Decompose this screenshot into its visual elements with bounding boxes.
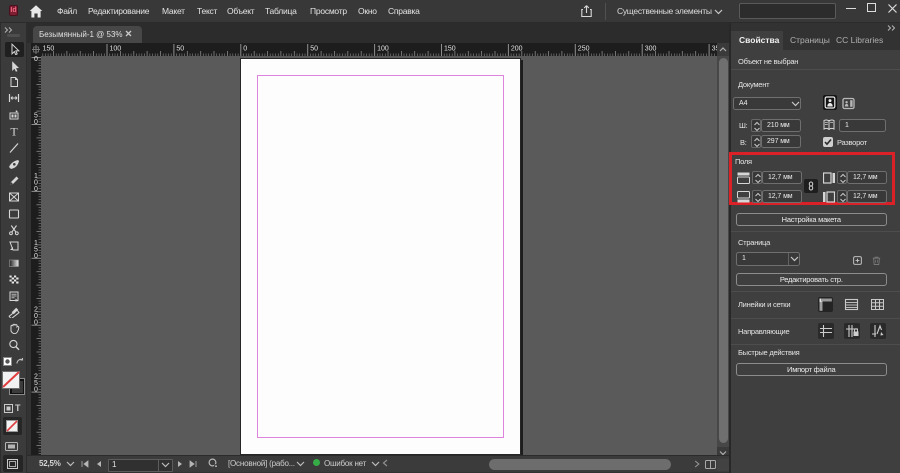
svg-text:200: 200 bbox=[511, 46, 523, 53]
svg-text:100: 100 bbox=[377, 46, 389, 53]
svg-text:250: 250 bbox=[578, 46, 590, 53]
svg-text:150: 150 bbox=[43, 46, 55, 53]
svg-text:0: 0 bbox=[34, 119, 38, 126]
svg-text:0: 0 bbox=[34, 253, 38, 260]
svg-text:0: 0 bbox=[34, 56, 38, 63]
svg-text:100: 100 bbox=[110, 46, 122, 53]
svg-text:50: 50 bbox=[310, 46, 318, 53]
svg-text:0: 0 bbox=[34, 320, 38, 327]
svg-text:150: 150 bbox=[444, 46, 456, 53]
svg-text:0: 0 bbox=[34, 186, 38, 193]
svg-text:300: 300 bbox=[645, 46, 657, 53]
svg-text:0: 0 bbox=[34, 387, 38, 394]
svg-text:0: 0 bbox=[243, 46, 247, 53]
svg-text:50: 50 bbox=[176, 46, 184, 53]
